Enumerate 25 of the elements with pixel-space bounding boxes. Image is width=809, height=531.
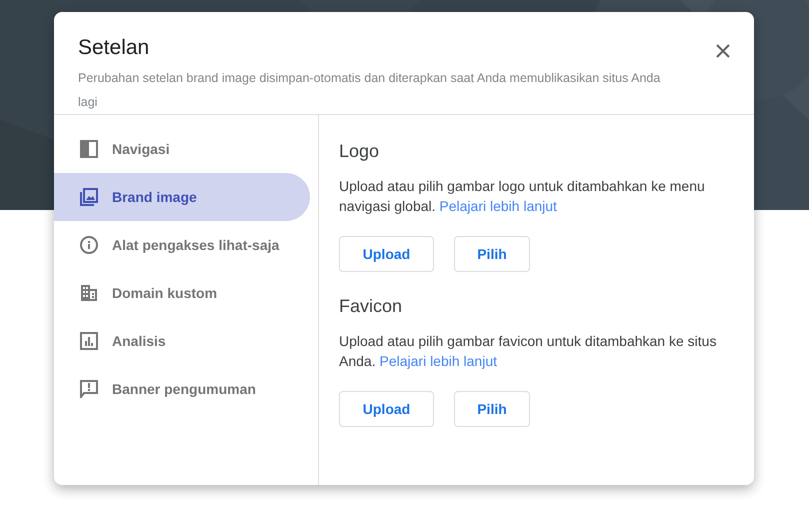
choose-button[interactable]: Pilih (454, 391, 530, 427)
dialog-title: Setelan (78, 36, 150, 60)
learn-more-link[interactable]: Pelajari lebih lanjut (379, 353, 498, 369)
sidebar-item[interactable]: Banner pengumuman (54, 365, 310, 413)
bar-chart-icon (80, 332, 98, 350)
section-title: Logo (339, 141, 380, 162)
learn-more-link[interactable]: Pelajari lebih lanjut (439, 198, 557, 214)
sidebar-layout-icon (80, 140, 98, 158)
sidebar-item[interactable]: Analisis (54, 317, 310, 365)
section-description: Upload atau pilih gambar favicon untuk ditambahkan ke situs Anda. Pelajari lebih lanjut (339, 332, 718, 371)
section-description: Upload atau pilih gambar logo untuk ditambahkan ke menu navigasi global. Pelajari lebih lanjut (339, 177, 706, 216)
section-title: Favicon (339, 296, 404, 317)
sidebar-item[interactable]: Alat pengakses lihat-saja (54, 221, 310, 269)
dialog-subtitle: Perubahan setelan brand image disimpan-otomatis dan diterapkan saat Anda memublikasikan situs Anda lagi (78, 70, 662, 111)
close-icon (716, 44, 730, 58)
upload-button[interactable]: Upload (339, 391, 434, 427)
alert-message-icon (80, 380, 98, 398)
image-icon (80, 188, 98, 206)
building-icon (80, 284, 98, 302)
sidebar-item[interactable]: Navigasi (54, 125, 310, 173)
info-icon (80, 236, 98, 254)
upload-button[interactable]: Upload (339, 236, 434, 272)
sidebar-item[interactable]: Domain kustom (54, 269, 310, 317)
choose-button[interactable]: Pilih (454, 236, 530, 272)
sidebar-item[interactable]: Brand image (54, 173, 310, 221)
